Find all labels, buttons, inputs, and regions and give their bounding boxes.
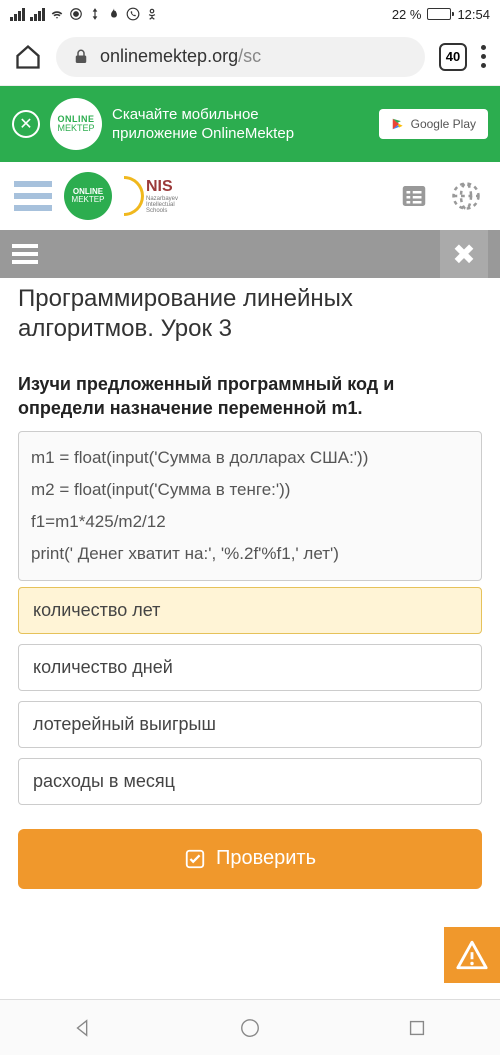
question-text: Изучи предложенный программный код и опр… [18,372,482,421]
banner-text: Скачайте мобильное приложение OnlineMekt… [112,105,369,144]
nav-home-button[interactable] [239,1017,261,1039]
code-box: m1 = float(input('Сумма в долларах США:'… [18,431,482,581]
code-line: m2 = float(input('Сумма в тенге:')) [31,474,469,506]
banner-close-button[interactable]: ✕ [12,110,40,138]
lock-icon [72,48,90,66]
status-bar: 22 % 12:54 [0,0,500,28]
nav-back-button[interactable] [72,1017,94,1039]
warning-icon [455,938,489,972]
browser-bar: onlinemektep.org/sc 40 [0,28,500,86]
nav-recent-button[interactable] [406,1017,428,1039]
lesson-title: Программирование линейных алгоритмов. Ур… [18,284,482,344]
code-line: print(' Денег хватит на:', '%.2f'%f1,' л… [31,538,469,570]
home-icon[interactable] [14,43,42,71]
browser-menu-icon[interactable] [481,45,486,68]
site-toc-button[interactable] [14,181,52,211]
answer-option-1[interactable]: количество дней [18,644,482,691]
google-play-button[interactable]: Google Play [379,109,488,139]
android-nav-bar [0,999,500,1055]
tab-count: 40 [446,49,460,64]
lesson-content: Программирование линейных алгоритмов. Ур… [0,278,500,889]
ok-icon [145,7,159,21]
status-left [10,7,159,21]
warning-button[interactable] [444,927,500,983]
url-bar[interactable]: onlinemektep.org/sc [56,37,425,77]
flame-icon [107,7,121,21]
app-banner: ✕ ONLINE MEKTEP Скачайте мобильное прило… [0,86,500,162]
check-button[interactable]: Проверить [18,829,482,889]
url-text: onlinemektep.org/sc [100,46,261,67]
store-label: Google Play [411,117,476,131]
play-store-icon [391,117,405,131]
signal-icon-1 [10,8,25,21]
status-right: 22 % 12:54 [392,7,490,22]
location-icon [69,7,83,21]
lesson-close-button[interactable]: ✖ [440,230,488,278]
lesson-menu-button[interactable] [12,244,38,264]
language-button[interactable] [446,176,486,216]
banner-logo: ONLINE MEKTEP [50,98,102,150]
code-line: m1 = float(input('Сумма в долларах США:'… [31,442,469,474]
signal-icon-2 [30,8,45,21]
site-header: ONLINE MEKTEP NIS Nazarbayev Intellectua… [0,162,500,230]
site-logo[interactable]: ONLINE MEKTEP [64,172,112,220]
battery-icon [427,8,451,20]
check-icon [184,848,206,870]
lesson-bar: ✖ [0,230,500,278]
answer-option-2[interactable]: лотерейный выигрыш [18,701,482,748]
answer-option-0[interactable]: количество лет [18,587,482,634]
nis-logo: NIS Nazarbayev Intellectual Schools [124,176,178,216]
code-line: f1=m1*425/m2/12 [31,506,469,538]
list-view-button[interactable] [394,176,434,216]
data-icon [88,7,102,21]
clock: 12:54 [457,7,490,22]
answer-option-3[interactable]: расходы в месяц [18,758,482,805]
tabs-button[interactable]: 40 [439,43,467,71]
whatsapp-icon [126,7,140,21]
wifi-icon [50,7,64,21]
check-label: Проверить [216,847,316,870]
battery-pct: 22 % [392,7,422,22]
